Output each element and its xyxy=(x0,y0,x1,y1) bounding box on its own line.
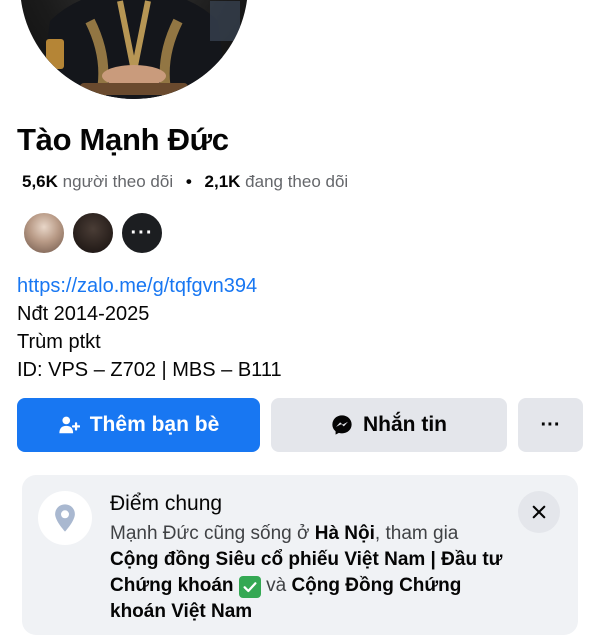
stats-separator: • xyxy=(185,172,192,191)
avatar-photo xyxy=(20,0,248,99)
bio-line: ID: VPS – Z702 | MBS – B111 xyxy=(17,359,282,381)
profile-name: Tào Mạnh Đức xyxy=(17,122,229,157)
following-count[interactable]: 2,1K xyxy=(205,172,241,191)
following-label[interactable]: đang theo dõi xyxy=(245,172,348,191)
more-friends-button[interactable]: ··· xyxy=(120,211,164,255)
friend-avatar[interactable] xyxy=(22,211,66,255)
avatar-illustration xyxy=(40,0,240,99)
city-link[interactable]: Hà Nội xyxy=(315,523,375,544)
person-plus-icon xyxy=(58,414,80,436)
messenger-icon xyxy=(331,414,353,436)
friend-avatar[interactable] xyxy=(71,211,115,255)
check-mark-icon xyxy=(238,576,261,598)
profile-bio: https://zalo.me/g/tqfgvn394 Nđt 2014-202… xyxy=(17,272,282,384)
follow-stats: 5,6K người theo dõi • 2,1K đang theo dõi xyxy=(22,172,348,192)
message-label: Nhắn tin xyxy=(363,413,447,436)
bio-line: Nđt 2014-2025 xyxy=(17,303,150,325)
mutual-friends-avatars: ··· xyxy=(22,211,169,255)
card-title: Điểm chung xyxy=(110,492,223,515)
description-text: , tham gia xyxy=(374,523,459,544)
close-button[interactable] xyxy=(518,491,560,533)
add-friend-button[interactable]: Thêm bạn bè xyxy=(17,398,260,452)
followers-label[interactable]: người theo dõi xyxy=(63,172,173,191)
add-friend-label: Thêm bạn bè xyxy=(89,413,220,436)
bio-link[interactable]: https://zalo.me/g/tqfgvn394 xyxy=(17,272,282,300)
location-pin-icon xyxy=(38,491,92,545)
card-description: Mạnh Đức cũng sống ở Hà Nội, tham gia Cộ… xyxy=(110,521,510,625)
followers-count[interactable]: 5,6K xyxy=(22,172,58,191)
mutual-info-card: Điểm chung Mạnh Đức cũng sống ở Hà Nội, … xyxy=(22,475,578,635)
description-text: Mạnh Đức cũng sống ở xyxy=(110,523,315,544)
close-icon xyxy=(532,505,546,519)
more-options-button[interactable]: ··· xyxy=(518,398,583,452)
description-text: và xyxy=(260,575,292,596)
message-button[interactable]: Nhắn tin xyxy=(271,398,507,452)
profile-avatar[interactable] xyxy=(17,0,251,102)
bio-line: Trùm ptkt xyxy=(17,331,101,353)
